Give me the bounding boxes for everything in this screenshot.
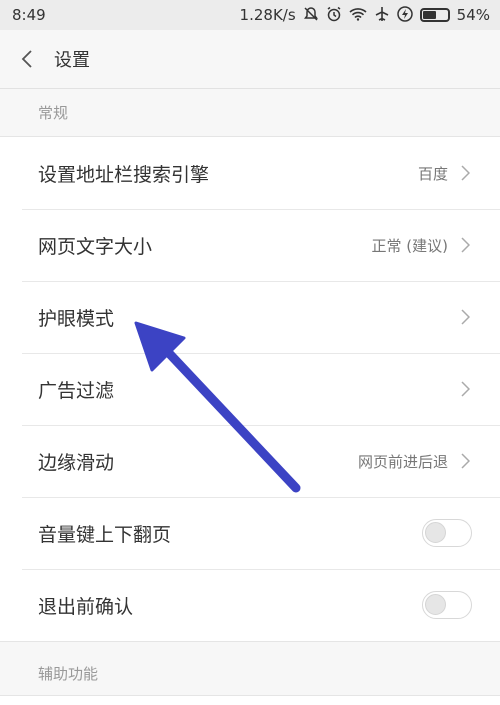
battery-icon: [419, 8, 450, 22]
charging-icon: [396, 5, 413, 25]
setting-label: 护眼模式: [38, 307, 115, 330]
page-title: 设置: [54, 50, 90, 71]
setting-exit-confirm: 退出前确认: [0, 569, 500, 641]
chevron-right-icon: [461, 237, 470, 253]
setting-font-size[interactable]: 网页文字大小 正常 (建议): [0, 209, 500, 281]
setting-label: 退出前确认: [38, 595, 134, 618]
setting-label: 网页文字大小: [38, 235, 153, 258]
setting-ad-filter[interactable]: 广告过滤: [0, 353, 500, 425]
exit-confirm-toggle[interactable]: [422, 591, 472, 619]
setting-label: 广告过滤: [38, 379, 115, 402]
chevron-right-icon: [461, 453, 470, 469]
setting-label: 边缘滑动: [38, 451, 115, 474]
toggle-knob: [425, 522, 446, 543]
title-bar: 设置: [0, 30, 500, 89]
chevron-right-icon: [461, 381, 470, 397]
back-icon: [21, 50, 32, 68]
section-title-general: 常规: [38, 104, 69, 122]
network-speed: 1.28K/s: [239, 6, 296, 24]
setting-value: 网页前进后退: [357, 452, 448, 471]
alarm-icon: [326, 6, 342, 25]
status-bar: 8:49 1.28K/s 54%: [0, 0, 500, 30]
status-icons: 1.28K/s 54%: [239, 5, 490, 25]
setting-value: 百度: [417, 164, 448, 183]
setting-value: 正常 (建议): [371, 236, 448, 255]
status-time: 8:49: [12, 6, 46, 24]
mute-icon: [303, 6, 319, 25]
setting-volume-key-paging: 音量键上下翻页: [0, 497, 500, 569]
wifi-icon: [349, 7, 367, 24]
settings-list-general: 设置地址栏搜索引擎 百度 网页文字大小 正常 (建议) 护眼模式 广告过滤 边缘…: [0, 136, 500, 642]
setting-eye-care-mode[interactable]: 护眼模式: [0, 281, 500, 353]
setting-edge-swipe[interactable]: 边缘滑动 网页前进后退: [0, 425, 500, 497]
setting-label: 音量键上下翻页: [38, 523, 172, 546]
setting-label: 设置地址栏搜索引擎: [38, 163, 210, 186]
volume-paging-toggle[interactable]: [422, 519, 472, 547]
battery-percent: 54%: [456, 6, 490, 24]
setting-search-engine[interactable]: 设置地址栏搜索引擎 百度: [0, 137, 500, 209]
toggle-knob: [425, 594, 446, 615]
chevron-right-icon: [461, 309, 470, 325]
airplane-icon: [374, 6, 390, 25]
back-button[interactable]: [0, 30, 54, 89]
section-title-accessibility: 辅助功能: [38, 665, 99, 683]
chevron-right-icon: [461, 165, 470, 181]
settings-list-accessibility: [0, 695, 500, 705]
